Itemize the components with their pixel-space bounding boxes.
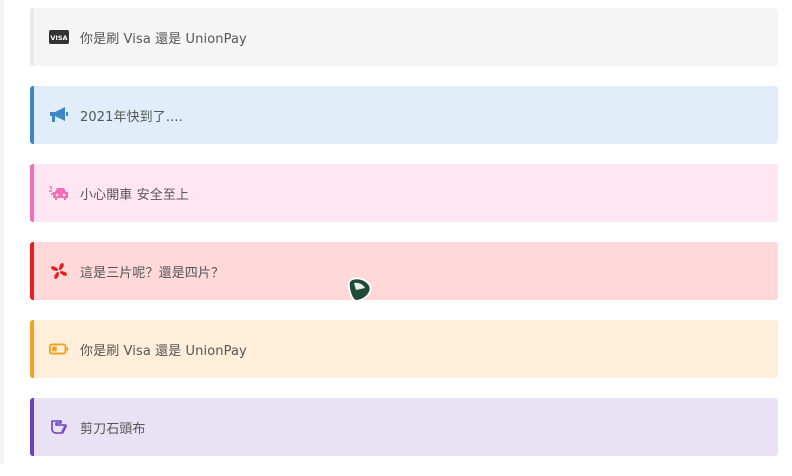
callout-text: 剪刀石頭布 (80, 421, 146, 437)
callout-text: 你是刷 Visa 還是 UnionPay (80, 31, 247, 47)
callout-text: 2021年快到了.... (80, 109, 183, 125)
callout-unionpay[interactable]: 你是刷 Visa 還是 UnionPay (30, 320, 778, 378)
callout-list: VISA 你是刷 Visa 還是 UnionPay 2021年快到了.... 小… (30, 8, 778, 476)
callout-drive-safe[interactable]: 小心開車 安全至上 (30, 164, 778, 222)
megaphone-icon (49, 105, 69, 125)
car-crash-icon (49, 183, 69, 203)
fan-icon (49, 261, 69, 281)
callout-text: 小心開車 安全至上 (80, 187, 190, 203)
callout-2021[interactable]: 2021年快到了.... (30, 86, 778, 144)
callout-fan[interactable]: 這是三片呢？還是四片？ (30, 242, 778, 300)
callout-rock-paper-scissors[interactable]: 剪刀石頭布 (30, 398, 778, 456)
page-left-rule (0, 0, 4, 464)
callout-text: 你是刷 Visa 還是 UnionPay (80, 343, 247, 359)
hand-pointing-icon (49, 417, 69, 437)
callout-visa[interactable]: VISA 你是刷 Visa 還是 UnionPay (30, 8, 778, 66)
credit-card-icon: VISA (49, 27, 69, 47)
battery-icon (49, 339, 69, 359)
svg-text:VISA: VISA (50, 34, 67, 42)
callout-text: 這是三片呢？還是四片？ (80, 265, 225, 281)
mouse-cursor-icon (347, 277, 372, 302)
